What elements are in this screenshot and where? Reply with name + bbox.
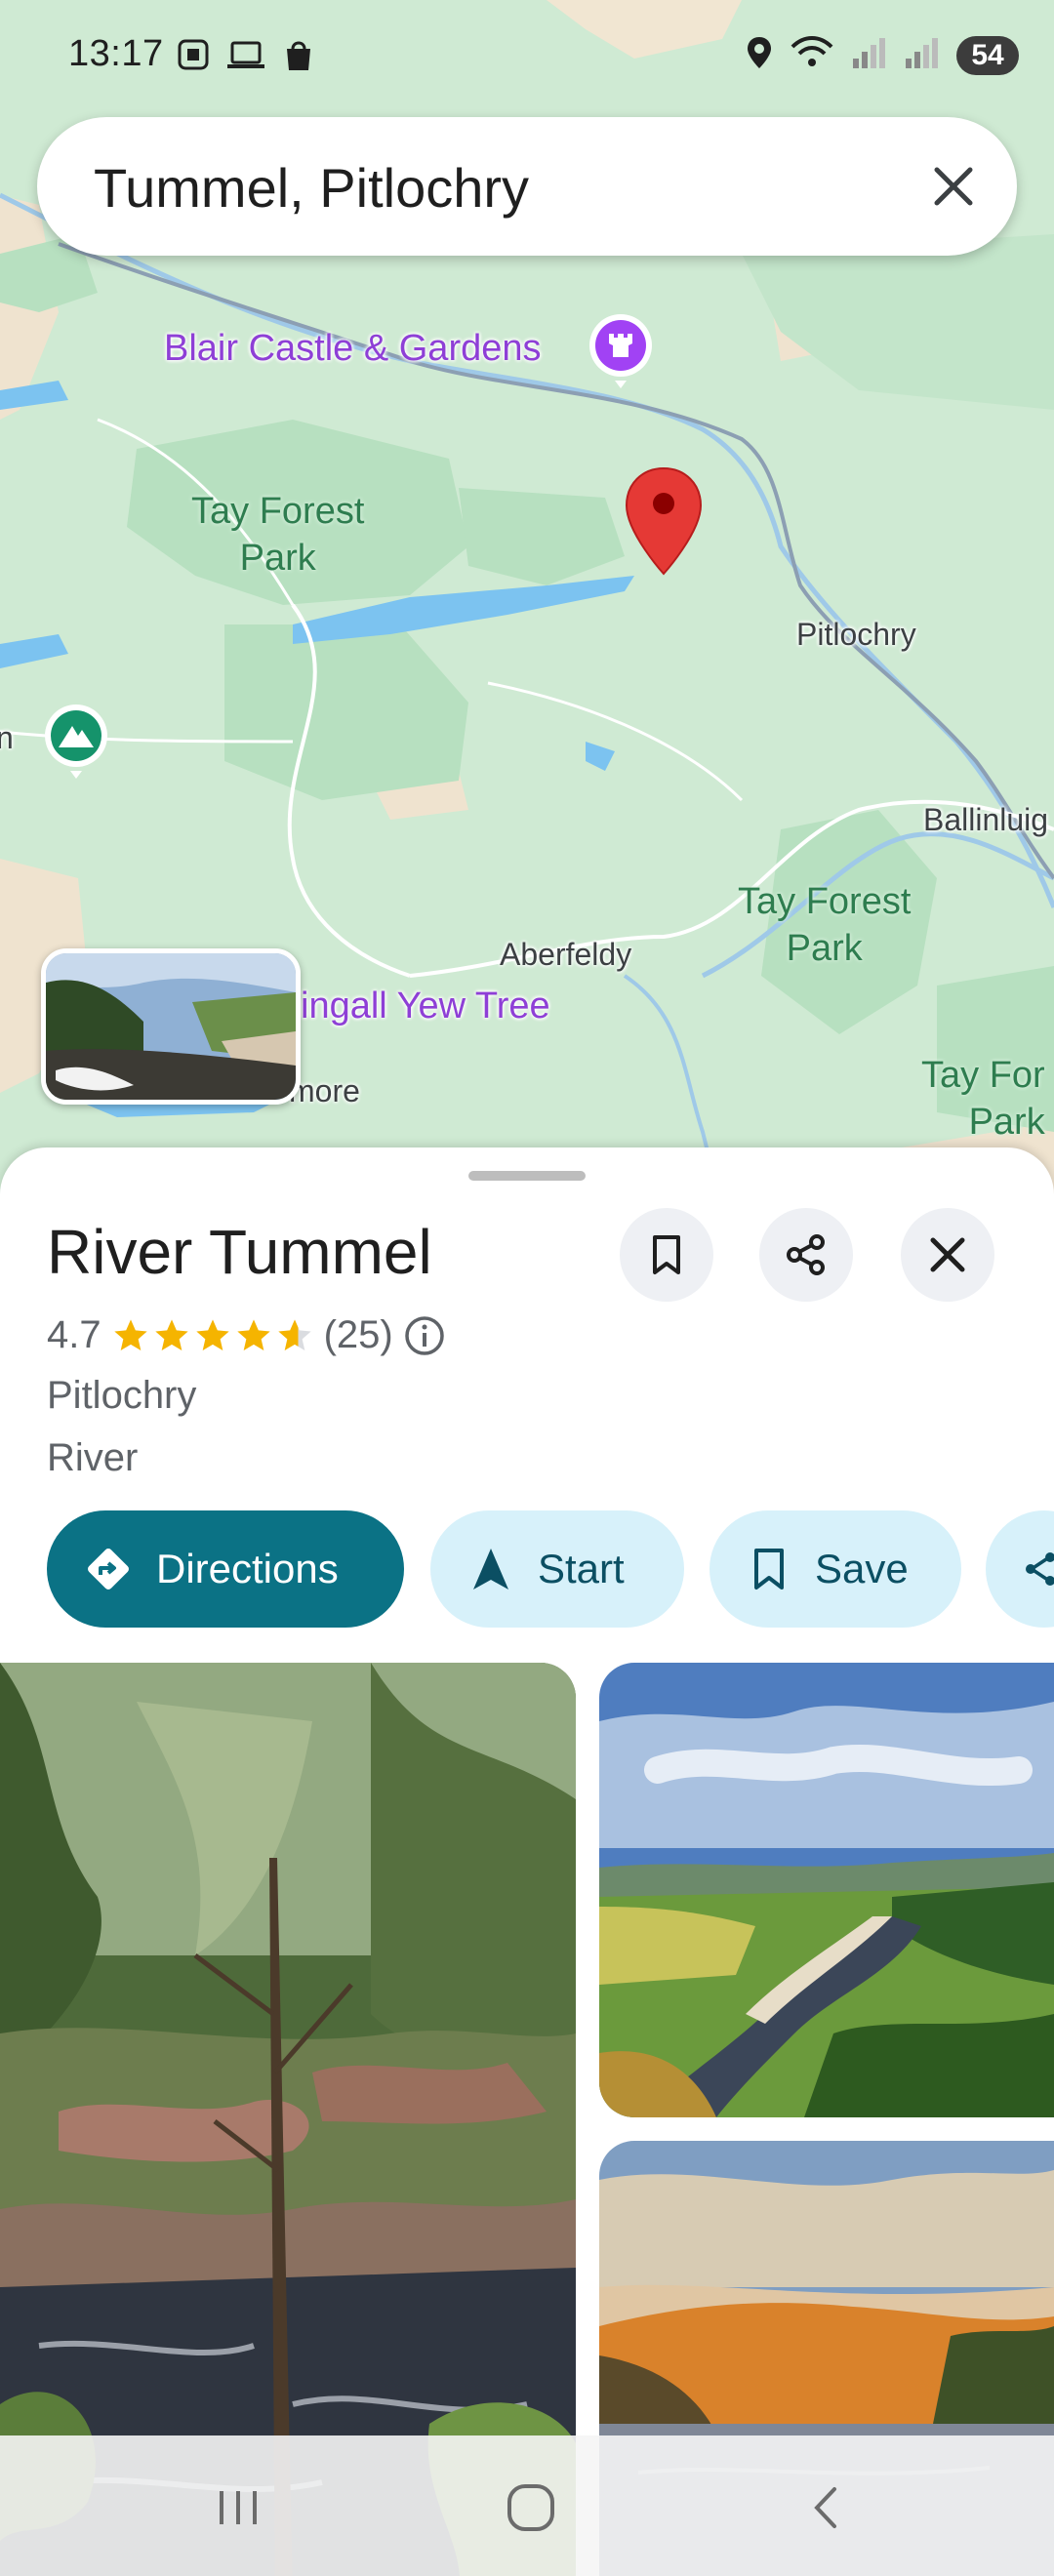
map-label-tay-forest-park: Tay For Park: [921, 1055, 1045, 1143]
mountain-icon[interactable]: [41, 701, 111, 787]
bag-icon: [281, 37, 316, 77]
location-icon: [746, 35, 773, 75]
status-time: 13:17: [68, 33, 164, 74]
share-button[interactable]: [759, 1208, 853, 1302]
share-icon: [1023, 1550, 1054, 1589]
home-button[interactable]: [492, 2469, 570, 2547]
half-star-icon: [277, 1318, 311, 1350]
rating-value: 4.7: [47, 1313, 101, 1356]
back-icon: [814, 2487, 836, 2528]
close-sheet-button[interactable]: [901, 1208, 994, 1302]
close-icon: [930, 1237, 965, 1272]
recent-apps-button[interactable]: [199, 2469, 277, 2547]
map-label-partial: n: [0, 720, 14, 755]
clear-search-button[interactable]: [919, 152, 988, 221]
directions-icon: [84, 1545, 133, 1593]
review-count: (25): [323, 1313, 393, 1356]
start-button[interactable]: Start: [430, 1510, 684, 1628]
battery-indicator: 54: [956, 35, 1019, 75]
save-label: Save: [815, 1546, 909, 1591]
status-system-icons: 54: [746, 35, 1019, 75]
location-pin-icon[interactable]: [623, 464, 705, 583]
star-icon: [113, 1318, 147, 1350]
bookmark-button[interactable]: [620, 1208, 713, 1302]
signal-icon: [851, 35, 886, 75]
place-title: River Tummel: [47, 1217, 432, 1287]
map-label-fortingall-yew-tree[interactable]: ingall Yew Tree: [301, 986, 550, 1027]
star-icon: [154, 1318, 188, 1350]
laptop-icon: [226, 37, 265, 77]
recent-apps-icon: [220, 2491, 257, 2524]
search-bar[interactable]: Tummel, Pitlochry: [37, 117, 1017, 256]
street-view-thumbnail[interactable]: [41, 948, 301, 1105]
star-icon: [236, 1318, 270, 1350]
close-icon: [934, 167, 973, 206]
drag-handle[interactable]: [468, 1171, 586, 1181]
wifi-icon: [790, 35, 833, 75]
info-icon[interactable]: [403, 1314, 446, 1357]
share-chip-button[interactable]: [986, 1510, 1054, 1628]
status-notification-icons: [176, 37, 316, 77]
status-bar: 13:17 54: [0, 0, 1054, 109]
bookmark-icon: [653, 1235, 680, 1274]
photo-river-aerial[interactable]: [599, 1663, 1054, 2117]
directions-label: Directions: [156, 1546, 339, 1591]
rating-row[interactable]: 4.7 (25): [47, 1313, 446, 1357]
castle-icon[interactable]: [586, 310, 656, 397]
start-label: Start: [538, 1546, 625, 1591]
signal-icon: [904, 35, 939, 75]
home-icon: [507, 2484, 554, 2531]
place-city: Pitlochry: [47, 1374, 197, 1417]
bookmark-icon: [750, 1547, 788, 1591]
star-icon: [195, 1318, 229, 1350]
map-label-ballinluig[interactable]: Ballinluig: [923, 802, 1048, 838]
map-label-blair-castle[interactable]: Blair Castle & Gardens: [164, 328, 542, 370]
map-label-pitlochry[interactable]: Pitlochry: [796, 617, 916, 653]
search-input[interactable]: Tummel, Pitlochry: [94, 156, 529, 220]
directions-button[interactable]: Directions: [47, 1510, 404, 1628]
map-label-tay-forest-park: Tay Forest Park: [191, 491, 365, 579]
map-view[interactable]: 13:17 54 Tummel, Pitlochry Blair Castle …: [0, 0, 1054, 1210]
place-details-sheet[interactable]: River Tummel 4.7 (25) Pitlochry River Di…: [0, 1147, 1054, 2576]
place-type: River: [47, 1436, 139, 1479]
system-navigation-bar: [0, 2435, 1054, 2576]
rating-stars: [111, 1316, 314, 1355]
map-label-aberfeldy[interactable]: Aberfeldy: [500, 937, 631, 973]
navigation-arrow-icon: [471, 1547, 510, 1591]
back-button[interactable]: [789, 2469, 867, 2547]
share-icon: [787, 1234, 825, 1275]
screenshot-icon: [176, 37, 211, 77]
map-label-tay-forest-park: Tay Forest Park: [738, 881, 912, 969]
save-button[interactable]: Save: [709, 1510, 961, 1628]
